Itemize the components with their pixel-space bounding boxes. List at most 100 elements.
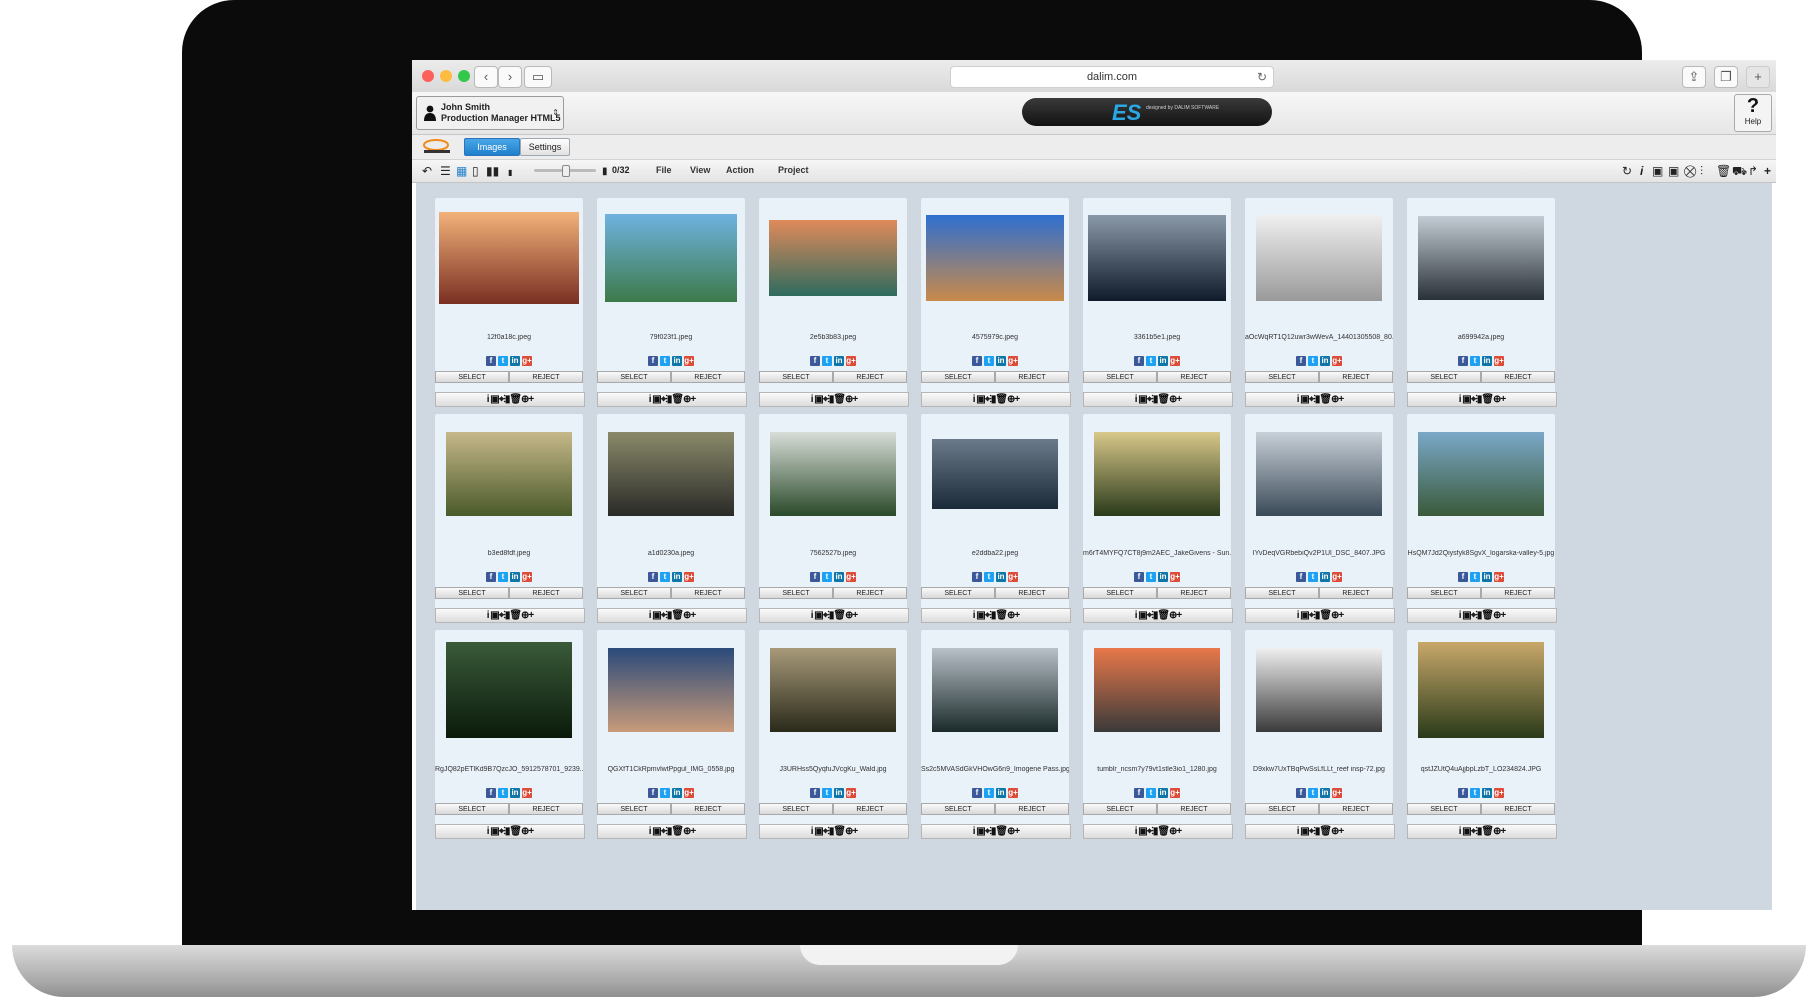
facebook-icon[interactable]: f	[1134, 572, 1144, 582]
linkedin-icon[interactable]: in	[1482, 788, 1492, 798]
twitter-icon[interactable]: t	[1308, 788, 1318, 798]
select-button[interactable]: SELECT	[921, 587, 995, 599]
card-actions-toolbar[interactable]: i ▣⌖⫶▮🗑⊕+	[1083, 824, 1233, 839]
select-button[interactable]: SELECT	[921, 803, 995, 815]
google-plus-icon[interactable]: g+	[1494, 788, 1504, 798]
share-arrow-icon[interactable]: ↱	[1748, 163, 1758, 179]
linkedin-icon[interactable]: in	[996, 572, 1006, 582]
menu-view[interactable]: View	[690, 165, 710, 175]
image-card[interactable]: IYvDeqVGRbebiQv2P1Ul_DSC_8407.JPG f t in g+ S…	[1244, 413, 1395, 623]
image-preview[interactable]	[926, 215, 1064, 301]
twitter-icon[interactable]: t	[1146, 788, 1156, 798]
card-actions-toolbar[interactable]: i ▣⌖⫶▮🗑⊕+	[1083, 392, 1233, 407]
image-card[interactable]: D9xkw7UxTBqPwSsLfLLt_reef insp-72.jpg f t i…	[1244, 629, 1395, 839]
reject-button[interactable]: REJECT	[1157, 371, 1231, 383]
facebook-icon[interactable]: f	[648, 572, 658, 582]
reject-button[interactable]: REJECT	[1481, 803, 1555, 815]
refresh-icon[interactable]: ↻	[1622, 163, 1632, 179]
facebook-icon[interactable]: f	[1134, 356, 1144, 366]
reject-button[interactable]: REJECT	[509, 371, 583, 383]
twitter-icon[interactable]: t	[1308, 356, 1318, 366]
maximize-window-button[interactable]	[458, 70, 470, 82]
twitter-icon[interactable]: t	[822, 788, 832, 798]
facebook-icon[interactable]: f	[1134, 788, 1144, 798]
twitter-icon[interactable]: t	[1308, 572, 1318, 582]
select-button[interactable]: SELECT	[759, 371, 833, 383]
minimize-window-button[interactable]	[440, 70, 452, 82]
tab-images[interactable]: Images	[464, 138, 520, 156]
card-actions-toolbar[interactable]: i ▣⌖⫶▮🗑⊕+	[759, 824, 909, 839]
facebook-icon[interactable]: f	[1296, 572, 1306, 582]
google-plus-icon[interactable]: g+	[684, 572, 694, 582]
image-card[interactable]: tumblr_ncsm7y79vt1stle3io1_1280.jpg f t in g…	[1082, 629, 1233, 839]
camera-icon[interactable]: ▣	[1652, 163, 1663, 179]
twitter-icon[interactable]: t	[984, 572, 994, 582]
close-window-button[interactable]	[422, 70, 434, 82]
reject-button[interactable]: REJECT	[833, 371, 907, 383]
card-actions-toolbar[interactable]: i ▣⌖⫶▮🗑⊕+	[759, 392, 909, 407]
image-card[interactable]: RgJQ82pETlKd9B7QzcJO_5912578701_9239... f…	[434, 629, 585, 839]
image-preview[interactable]	[446, 642, 572, 738]
reject-button[interactable]: REJECT	[1319, 587, 1393, 599]
image-preview[interactable]	[932, 439, 1058, 509]
select-button[interactable]: SELECT	[1245, 803, 1319, 815]
linkedin-icon[interactable]: in	[510, 788, 520, 798]
reject-button[interactable]: REJECT	[1157, 803, 1231, 815]
reject-button[interactable]: REJECT	[1481, 587, 1555, 599]
image-card[interactable]: 2e5b3b83.jpeg f t in g+ SELECT REJECT i ▣⌖⫶▮🗑⊕+	[758, 197, 909, 407]
zoom-slider[interactable]	[534, 165, 596, 177]
page-view-icon[interactable]: ▯	[472, 163, 479, 179]
image-preview[interactable]	[446, 432, 572, 516]
reject-button[interactable]: REJECT	[995, 587, 1069, 599]
list-view-icon[interactable]: ☰	[440, 163, 451, 179]
image-preview[interactable]	[1256, 432, 1382, 516]
card-actions-toolbar[interactable]: i ▣⌖⫶▮🗑⊕+	[597, 608, 747, 623]
linkedin-icon[interactable]: in	[1320, 356, 1330, 366]
image-card[interactable]: Ss2c5MVASdGkVHOwG6n9_Imogene Pass.jpg f t i…	[920, 629, 1071, 839]
camera-icon-2[interactable]: ▣	[1668, 163, 1679, 179]
reject-button[interactable]: REJECT	[671, 371, 745, 383]
twitter-icon[interactable]: t	[660, 356, 670, 366]
twitter-icon[interactable]: t	[1146, 572, 1156, 582]
google-plus-icon[interactable]: g+	[1332, 572, 1342, 582]
facebook-icon[interactable]: f	[486, 788, 496, 798]
select-button[interactable]: SELECT	[435, 371, 509, 383]
reject-button[interactable]: REJECT	[833, 803, 907, 815]
select-button[interactable]: SELECT	[921, 371, 995, 383]
linkedin-icon[interactable]: in	[1482, 572, 1492, 582]
tabs-overview-icon[interactable]: ❐	[1714, 66, 1738, 88]
select-button[interactable]: SELECT	[759, 803, 833, 815]
select-button[interactable]: SELECT	[1245, 371, 1319, 383]
card-actions-toolbar[interactable]: i ▣⌖⫶▮🗑⊕+	[759, 608, 909, 623]
menu-project[interactable]: Project	[778, 165, 809, 175]
google-plus-icon[interactable]: g+	[846, 788, 856, 798]
back-icon[interactable]: ‹	[474, 66, 498, 88]
reject-button[interactable]: REJECT	[671, 587, 745, 599]
facebook-icon[interactable]: f	[1296, 788, 1306, 798]
reject-button[interactable]: REJECT	[1319, 371, 1393, 383]
facebook-icon[interactable]: f	[648, 788, 658, 798]
stats-icon[interactable]: ⫶	[1700, 163, 1703, 179]
image-preview[interactable]	[770, 648, 896, 732]
reject-button[interactable]: REJECT	[671, 803, 745, 815]
image-preview[interactable]	[608, 648, 734, 732]
new-tab-icon[interactable]: +	[1746, 66, 1770, 88]
image-preview[interactable]	[769, 220, 897, 296]
card-actions-toolbar[interactable]: i ▣⌖⫶▮🗑⊕+	[1407, 608, 1557, 623]
linkedin-icon[interactable]: in	[672, 356, 682, 366]
tab-settings[interactable]: Settings	[520, 138, 570, 156]
twitter-icon[interactable]: t	[660, 788, 670, 798]
twitter-icon[interactable]: t	[498, 788, 508, 798]
card-actions-toolbar[interactable]: i ▣⌖⫶▮🗑⊕+	[435, 392, 585, 407]
image-card[interactable]: HsQM7Jd2Qiysfyk8SgvX_logarska-valley-5.j…	[1406, 413, 1557, 623]
linkedin-icon[interactable]: in	[1482, 356, 1492, 366]
info-icon[interactable]: i	[1640, 163, 1643, 179]
image-card[interactable]: J3URHss5QyqfuJVcgKu_Wald.jpg f t in g+ SELECT…	[758, 629, 909, 839]
card-actions-toolbar[interactable]: i ▣⌖⫶▮🗑⊕+	[1407, 392, 1557, 407]
image-preview[interactable]	[932, 648, 1058, 732]
select-button[interactable]: SELECT	[435, 803, 509, 815]
image-card[interactable]: e2ddba22.jpeg f t in g+ SELECT REJECT i ▣⌖⫶▮🗑⊕+	[920, 413, 1071, 623]
twitter-icon[interactable]: t	[498, 572, 508, 582]
google-plus-icon[interactable]: g+	[522, 356, 532, 366]
image-preview[interactable]	[770, 432, 896, 516]
